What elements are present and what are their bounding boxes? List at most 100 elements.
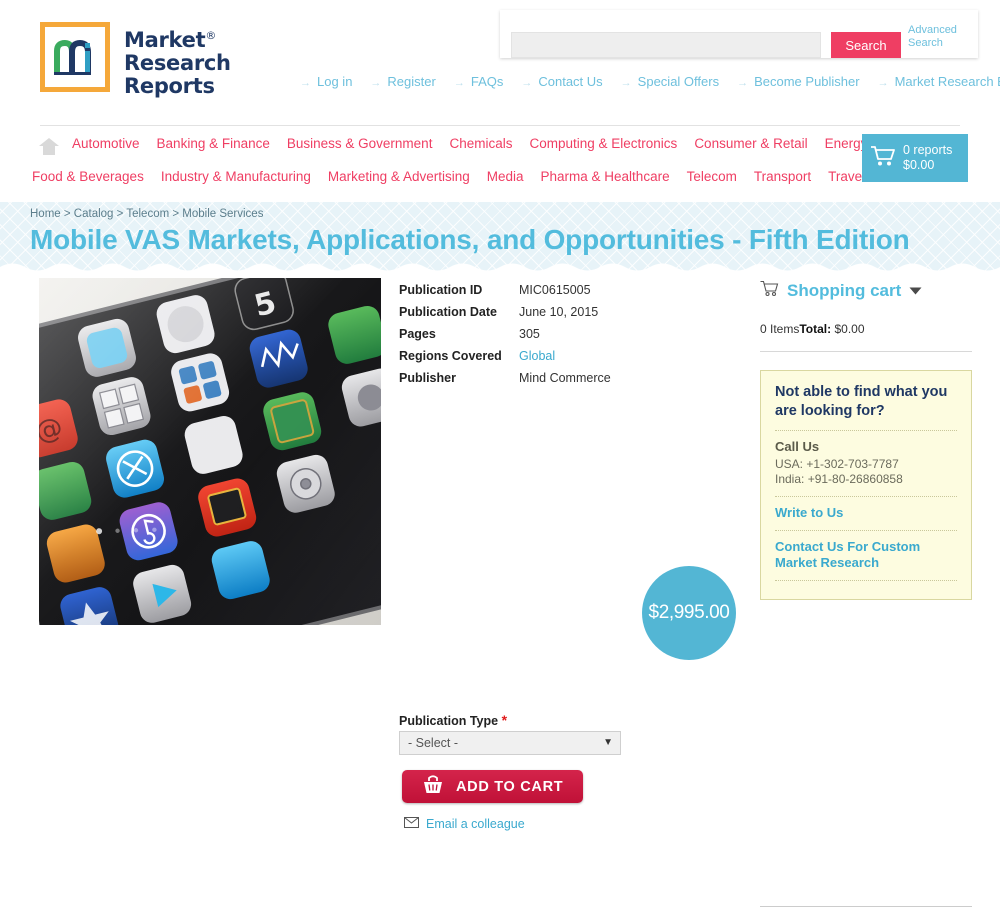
- email-colleague-link[interactable]: Email a colleague: [404, 817, 525, 831]
- sidebar-divider: [760, 351, 972, 352]
- top-link-register[interactable]: Register: [370, 74, 435, 89]
- banner-scallop-edge: [0, 263, 1000, 272]
- phone-india: India: +91-80-26860858: [775, 472, 903, 486]
- help-box: Not able to find what you are looking fo…: [760, 370, 972, 600]
- home-icon[interactable]: [38, 136, 60, 156]
- nav-item-consumer-retail[interactable]: Consumer & Retail: [694, 136, 807, 151]
- custom-research-link[interactable]: Contact Us For Custom Market Research: [775, 539, 957, 571]
- help-divider-4: [775, 580, 957, 581]
- detail-row-regions-covered: Regions Covered Global: [399, 348, 629, 364]
- header-divider: [40, 125, 960, 126]
- cart-outline-icon: [760, 280, 779, 302]
- top-link-faqs[interactable]: FAQs: [454, 74, 504, 89]
- publication-type-label: Publication Type *: [399, 712, 507, 728]
- sidebar-cart-title: Shopping cart: [787, 281, 902, 300]
- chevron-down-icon: ▼: [603, 737, 613, 748]
- add-to-cart-label: ADD TO CART: [456, 778, 564, 795]
- detail-row-pages: Pages 305: [399, 326, 629, 342]
- basket-icon: [422, 774, 444, 799]
- nav-item-marketing-advertising[interactable]: Marketing & Advertising: [328, 169, 470, 184]
- envelope-icon: [404, 817, 419, 831]
- detail-row-publication-date: Publication Date June 10, 2015: [399, 304, 629, 320]
- site-logo[interactable]: Market® Research Reports: [40, 22, 231, 98]
- nav-item-automotive[interactable]: Automotive: [72, 136, 140, 151]
- nav-item-media[interactable]: Media: [487, 169, 524, 184]
- sidebar-cart-items-count: 0 Items: [760, 322, 800, 336]
- breadcrumb: Home > Catalog > Telecom > Mobile Servic…: [30, 208, 264, 220]
- detail-value-regions-link[interactable]: Global: [519, 348, 555, 364]
- breadcrumb-item-catalog[interactable]: Catalog: [74, 208, 114, 220]
- detail-value: MIC0615005: [519, 283, 591, 297]
- detail-value: Mind Commerce: [519, 371, 611, 385]
- top-utility-links: Log in Register FAQs Contact Us Special …: [300, 74, 1000, 89]
- top-link-login[interactable]: Log in: [300, 74, 352, 89]
- publication-details-table: Publication ID MIC0615005 Publication Da…: [399, 282, 629, 392]
- add-to-cart-button[interactable]: ADD TO CART: [402, 770, 583, 803]
- detail-label: Regions Covered: [399, 349, 502, 363]
- product-image: 5 @: [39, 278, 381, 625]
- sidebar-cart-total-value: $0.00: [834, 322, 865, 336]
- nav-item-transport[interactable]: Transport: [754, 169, 811, 184]
- chevron-down-icon[interactable]: [909, 282, 922, 300]
- page-banner: Home > Catalog > Telecom > Mobile Servic…: [0, 202, 1000, 272]
- detail-value: 305: [519, 327, 540, 341]
- top-link-contact-us[interactable]: Contact Us: [521, 74, 602, 89]
- breadcrumb-item-mobile-services[interactable]: Mobile Services: [182, 208, 263, 220]
- detail-label: Publisher: [399, 371, 456, 385]
- email-colleague-label: Email a colleague: [426, 817, 525, 831]
- sidebar-cart-total-label: Total:: [799, 322, 832, 336]
- call-us-label: Call Us: [775, 439, 820, 454]
- nav-item-telecom[interactable]: Telecom: [687, 169, 737, 184]
- nav-item-pharma-healthcare[interactable]: Pharma & Healthcare: [541, 169, 670, 184]
- right-sidebar: Shopping cart 0 ItemsTotal: $0.00 Not ab…: [760, 280, 972, 600]
- nav-item-industry-manufacturing[interactable]: Industry & Manufacturing: [161, 169, 311, 184]
- nav-item-banking-finance[interactable]: Banking & Finance: [157, 136, 270, 151]
- help-divider-2: [775, 496, 957, 497]
- logo-line-1: Market: [124, 28, 206, 52]
- phone-usa: USA: +1-302-703-7787: [775, 457, 899, 471]
- nav-item-chemicals[interactable]: Chemicals: [449, 136, 512, 151]
- logo-line-2: Research: [124, 51, 231, 75]
- category-nav: Automotive Banking & Finance Business & …: [0, 130, 1000, 202]
- shopping-cart-icon: [870, 145, 896, 172]
- publication-type-selected-value: - Select -: [408, 736, 459, 750]
- breadcrumb-item-telecom[interactable]: Telecom: [126, 208, 169, 220]
- top-link-special-offers[interactable]: Special Offers: [621, 74, 719, 89]
- write-to-us-link[interactable]: Write to Us: [775, 505, 957, 521]
- search-button[interactable]: Search: [831, 32, 901, 58]
- detail-row-publisher: Publisher Mind Commerce: [399, 370, 629, 386]
- top-link-blog[interactable]: Market Research Blog: [878, 74, 1000, 89]
- sidebar-cart-header[interactable]: Shopping cart: [760, 280, 972, 302]
- search-input[interactable]: [511, 32, 821, 58]
- category-nav-row-2: Food & Beverages Industry & Manufacturin…: [32, 169, 943, 184]
- required-marker: *: [501, 712, 508, 728]
- advanced-search-link[interactable]: Advanced Search: [908, 24, 968, 50]
- logo-monogram-icon: [40, 22, 110, 92]
- help-box-title: Not able to find what you are looking fo…: [775, 384, 948, 419]
- detail-value: June 10, 2015: [519, 305, 599, 319]
- logo-registered-icon: ®: [205, 29, 217, 42]
- logo-line-3: Reports: [124, 74, 215, 98]
- header-cart-button[interactable]: 0 reports $0.00: [862, 134, 968, 182]
- nav-item-business-government[interactable]: Business & Government: [287, 136, 433, 151]
- help-divider-1: [775, 430, 957, 431]
- detail-label: Publication ID: [399, 283, 483, 297]
- page-root: Market® Research Reports Search Advanced…: [0, 0, 1000, 907]
- site-header: Market® Research Reports Search Advanced…: [0, 0, 1000, 130]
- nav-item-food-beverages[interactable]: Food & Beverages: [32, 169, 144, 184]
- header-cart-count: 0 reports: [903, 143, 953, 157]
- logo-wordmark: Market® Research Reports: [124, 24, 231, 98]
- detail-label: Publication Date: [399, 305, 497, 319]
- header-cart-total: $0.00: [903, 158, 935, 172]
- publication-type-label-text: Publication Type: [399, 714, 499, 728]
- nav-item-computing-electronics[interactable]: Computing & Electronics: [529, 136, 677, 151]
- search-panel: Search Advanced Search: [500, 10, 978, 58]
- detail-row-publication-id: Publication ID MIC0615005: [399, 282, 629, 298]
- detail-label: Pages: [399, 327, 436, 341]
- publication-type-select[interactable]: - Select - ▼: [399, 731, 621, 755]
- top-link-become-publisher[interactable]: Become Publisher: [737, 74, 860, 89]
- product-content: 5 @: [0, 272, 1000, 907]
- sidebar-cart-summary: 0 ItemsTotal: $0.00: [760, 322, 972, 336]
- breadcrumb-item-home[interactable]: Home: [30, 208, 61, 220]
- price-badge: $2,995.00: [642, 566, 736, 660]
